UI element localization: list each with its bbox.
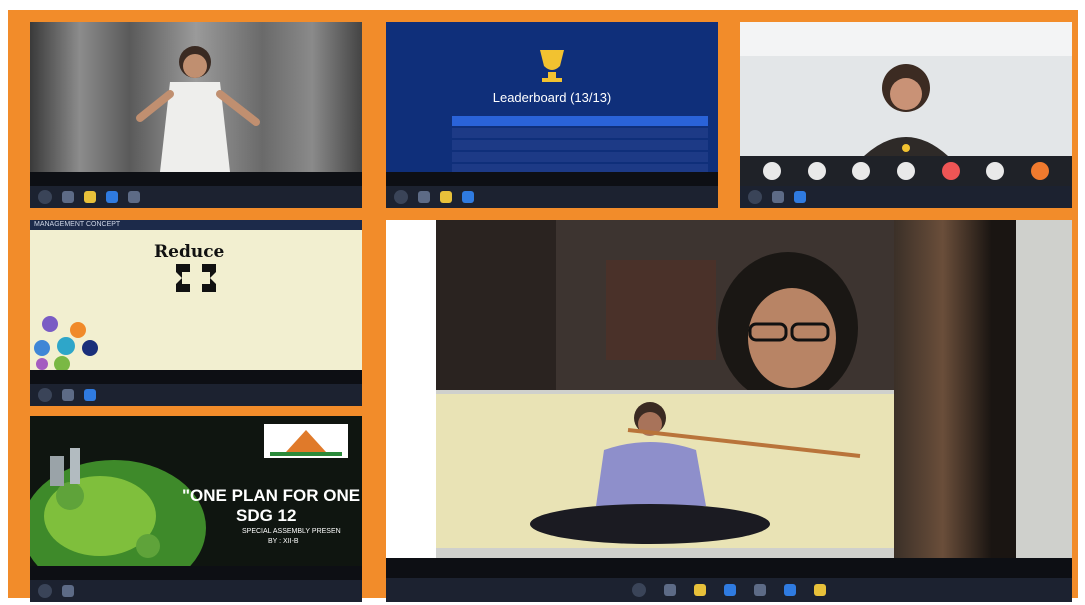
slide-title-line2: SDG 12 [236,506,297,525]
video-tile-flute-player [436,394,894,548]
participant-strip [386,558,1072,578]
files-icon[interactable] [814,584,826,596]
meeting-toolbar [740,156,1072,186]
slide-byline: BY : XII-B [268,538,299,545]
leaderboard-row [452,116,708,126]
video-tile-dancer [30,22,362,208]
collage-frame: Leaderboard (13/13) MANAGEMENT CONCEPT R… [8,10,1078,602]
share-button[interactable] [852,162,871,180]
mail-icon[interactable] [784,584,796,596]
video-tile-flutist [386,220,1072,602]
leaderboard-title: Leaderboard (13/13) [492,90,612,105]
slide-tile-reduce: MANAGEMENT CONCEPT Reduce [30,220,362,406]
slide-title-line1: "ONE PLAN FOR ONE [182,486,361,505]
folder-icon[interactable] [84,191,96,203]
quiz-leaderboard-tile: Leaderboard (13/13) [386,22,718,208]
search-icon[interactable] [664,584,676,596]
start-icon[interactable] [632,583,646,597]
start-icon[interactable] [748,190,762,204]
taskbar [30,186,362,208]
video-tile-singer [740,22,1072,208]
slide-tile-one-plan: "ONE PLAN FOR ONE SDG 12 SPECIAL ASSEMBL… [30,416,362,602]
browser-icon[interactable] [724,584,736,596]
taskbar [30,384,362,406]
browser-icon[interactable] [106,191,118,203]
browser-icon[interactable] [84,389,96,401]
video-tile-speaker [436,220,894,404]
start-icon[interactable] [394,190,408,204]
slide-subtitle: SPECIAL ASSEMBLY PRESEN [242,528,341,535]
people-button[interactable] [986,162,1005,180]
taskbar [386,186,718,208]
speaker-scene [436,220,858,404]
app-icon[interactable] [754,584,766,596]
flute-scene [436,394,894,548]
participant-strip [386,172,718,186]
folder-icon[interactable] [440,191,452,203]
leaderboard-row [452,152,708,162]
taskbar [386,578,1072,602]
browser-icon[interactable] [794,191,806,203]
app-icon[interactable] [418,191,430,203]
taskbar [30,580,362,602]
participant-strip [30,370,362,384]
camera-button[interactable] [763,162,782,180]
leaderboard-row [452,140,708,150]
taskbar [740,186,1072,208]
participant-strip [30,566,362,580]
app-icon[interactable] [62,585,74,597]
chat-button[interactable] [896,162,915,180]
app-icon[interactable] [128,191,140,203]
start-icon[interactable] [38,190,52,204]
app-icon[interactable] [772,191,784,203]
start-icon[interactable] [38,388,52,402]
participant-strip [30,172,362,186]
folder-icon[interactable] [694,584,706,596]
app-icon[interactable] [62,389,74,401]
start-icon[interactable] [38,584,52,598]
leaderboard-row [452,128,708,138]
leaderboard-list [452,116,708,176]
app-icon[interactable] [62,191,74,203]
leave-button[interactable] [941,162,960,180]
reactions-button[interactable] [1030,162,1049,180]
browser-icon[interactable] [462,191,474,203]
mic-button[interactable] [807,162,826,180]
